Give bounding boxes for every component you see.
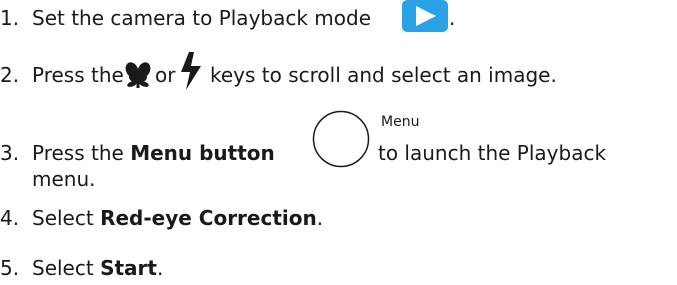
step-number: 2. [0,63,20,87]
step-text-pre: Select [32,206,94,230]
step-number: 1. [0,6,20,30]
step-5: 5. Select Start. [0,256,163,280]
step-text-pre: Select [32,256,94,280]
step-1-period: . [449,6,456,30]
step-text-post: keys to scroll and select an image. [210,63,557,87]
step-text: Set the camera to Playback mode [32,6,372,30]
menu-button-label: Menu [381,114,420,130]
macro-flower-icon [125,62,151,88]
step-1: 1. Set the camera to Playback mode [0,6,371,30]
step-text-pre: Press the [32,141,124,165]
step-text-post: . [156,256,164,280]
step-text-bold: Red-eye Correction [100,206,317,230]
step-2: 2. Press the [0,63,124,87]
step-text-or: or [155,63,176,87]
step-text-post: . [316,206,324,230]
step-4: 4. Select Red-eye Correction. [0,206,323,230]
step-text-pre: Press the [32,63,124,87]
playback-icon [402,0,448,32]
step-3-continuation: menu. [32,167,96,191]
step-text-bold: Start [100,256,157,280]
step-text-bold: Menu button [130,141,275,165]
step-number: 3. [0,141,20,165]
flash-icon [181,52,201,90]
step-text-post: to launch the Playback [378,141,607,165]
menu-button-icon [312,110,370,168]
step-number: 5. [0,256,20,280]
step-number: 4. [0,206,20,230]
step-3: 3. Press the Menu button [0,141,275,165]
